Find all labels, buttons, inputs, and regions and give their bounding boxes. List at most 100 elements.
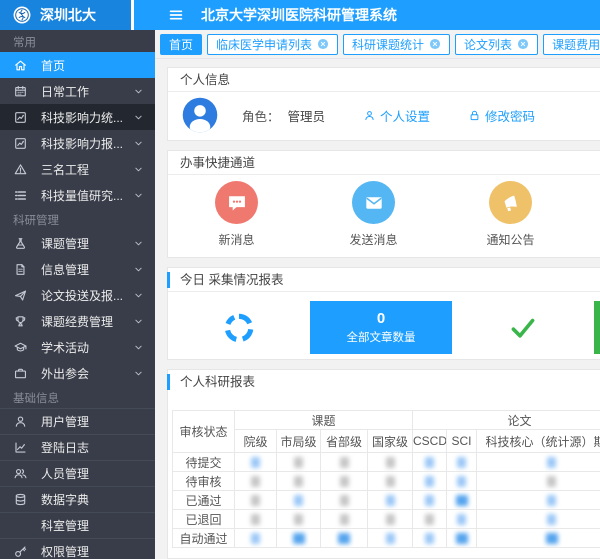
tab-label: 首页 <box>169 36 193 53</box>
sidebar-item[interactable]: 科技量值研究... <box>0 182 155 208</box>
personal-info-title: 个人信息 <box>168 68 600 92</box>
envelope-icon <box>352 181 395 224</box>
blurred-value-link[interactable] <box>456 495 468 506</box>
blurred-value-link[interactable] <box>386 533 395 544</box>
table-cell <box>321 472 368 491</box>
today-report-body: 0全部文章数量 <box>168 292 600 359</box>
sidebar-item-label: 论文投送及报... <box>41 287 133 304</box>
main-area: 首页临床医学申请列表科研课题统计论文列表课题费用报表用户列表 个人信息 角色：管… <box>155 30 600 559</box>
close-icon[interactable] <box>317 38 329 50</box>
blurred-value-link[interactable] <box>457 457 466 468</box>
column-header: CSCD <box>413 430 447 453</box>
tab[interactable]: 课题费用报表 <box>543 34 600 55</box>
sidebar-item[interactable]: 权限管理 <box>0 538 155 559</box>
blurred-value-link[interactable] <box>547 514 556 525</box>
role-row: 角色：管理员 <box>242 106 325 125</box>
sidebar-item[interactable]: 日常工作 <box>0 78 155 104</box>
sidebar-item-label: 人员管理 <box>41 465 144 482</box>
sidebar-item-label: 科室管理 <box>41 517 144 534</box>
blurred-value-link[interactable] <box>547 495 556 506</box>
sidebar-item[interactable]: 课题经费管理 <box>0 308 155 334</box>
table-cell <box>277 472 321 491</box>
stat-count[interactable]: 0全部文章数量 <box>310 301 452 354</box>
blurred-value-link <box>386 457 395 468</box>
sidebar-item[interactable]: 科技影响力统... <box>0 104 155 130</box>
table-row: 待提交 <box>173 453 600 472</box>
column-header: 国家级 <box>368 430 413 453</box>
quick-item[interactable]: 新消息 <box>168 181 305 248</box>
column-header-review-status: 审核状态 <box>173 411 235 453</box>
blurred-value-link[interactable] <box>251 533 260 544</box>
hamburger-menu-icon[interactable] <box>168 7 184 23</box>
tab[interactable]: 科研课题统计 <box>343 34 450 55</box>
sidebar-item[interactable]: 数据字典 <box>0 486 155 512</box>
sidebar-item[interactable]: 三名工程 <box>0 156 155 182</box>
tab[interactable]: 首页 <box>160 34 202 55</box>
briefcase-icon <box>13 366 28 381</box>
sidebar-item[interactable]: 课题管理 <box>0 230 155 256</box>
table-cell <box>477 472 600 491</box>
table-cell <box>447 491 477 510</box>
quick-item[interactable]: 发送消息 <box>305 181 442 248</box>
blurred-value-link[interactable] <box>386 495 395 506</box>
blurred-value-link[interactable] <box>293 533 305 544</box>
sidebar-section-label: 基础信息 <box>0 386 155 408</box>
spinner-icon <box>222 311 256 345</box>
blurred-value-link[interactable] <box>425 533 434 544</box>
sidebar-item[interactable]: 信息管理 <box>0 256 155 282</box>
chevron-down-icon <box>133 164 144 175</box>
graduation-cap-icon <box>13 340 28 355</box>
row-label: 已通过 <box>173 491 235 510</box>
link-personal-settings[interactable]: 个人设置 <box>363 106 430 125</box>
blurred-value-link[interactable] <box>547 457 556 468</box>
quick-item[interactable]: 通知公告 <box>442 181 579 248</box>
sidebar-item-label: 科技影响力报... <box>41 135 133 152</box>
document-icon <box>13 262 28 277</box>
sidebar-item[interactable]: 人员管理 <box>0 460 155 486</box>
users-icon <box>13 466 28 481</box>
table-cell <box>235 472 277 491</box>
table-cell <box>477 510 600 529</box>
sidebar-item[interactable]: 外出参会 <box>0 360 155 386</box>
blurred-value-link[interactable] <box>425 457 434 468</box>
tab[interactable]: 论文列表 <box>455 34 538 55</box>
quick-item-label: 发送消息 <box>349 231 397 248</box>
table-cell <box>321 529 368 548</box>
sidebar-item[interactable]: 登陆日志 <box>0 434 155 460</box>
table-cell <box>368 472 413 491</box>
sidebar-item[interactable]: 科室管理 <box>0 512 155 538</box>
chart-box-icon <box>13 136 28 151</box>
key-icon <box>13 544 28 559</box>
sidebar-item-label: 科技影响力统... <box>41 109 133 126</box>
sidebar-item[interactable]: 首页 <box>0 52 155 78</box>
tab[interactable]: 临床医学申请列表 <box>207 34 338 55</box>
personal-report-title: 个人科研报表 <box>168 370 600 394</box>
table-cell <box>368 491 413 510</box>
app-header: 深圳北大 北京大学深圳医院科研管理系统 <box>0 0 600 30</box>
personal-report-body: 审核状态课题论文院级市局级省部级国家级CSCDSCI科技核心（统计源）期刊待提交… <box>168 394 600 558</box>
sidebar-item[interactable]: 论文投送及报... <box>0 282 155 308</box>
blurred-value-link[interactable] <box>457 476 466 487</box>
sidebar-item-label: 外出参会 <box>41 365 133 382</box>
table-cell <box>235 491 277 510</box>
blurred-value-link[interactable] <box>546 533 558 544</box>
blurred-value-link[interactable] <box>425 476 434 487</box>
sidebar-item[interactable]: 学术活动 <box>0 334 155 360</box>
table-cell <box>413 453 447 472</box>
blurred-value-link[interactable] <box>457 514 466 525</box>
table-cell <box>277 491 321 510</box>
table-cell <box>235 453 277 472</box>
blurred-value-link[interactable] <box>456 533 468 544</box>
sidebar-item[interactable]: 用户管理 <box>0 408 155 434</box>
table-cell <box>321 491 368 510</box>
blurred-value-link[interactable] <box>251 457 260 468</box>
close-icon[interactable] <box>517 38 529 50</box>
sidebar-item[interactable]: 科技影响力报... <box>0 130 155 156</box>
blurred-value-link <box>294 457 303 468</box>
blurred-value-link[interactable] <box>338 533 350 544</box>
blurred-value-link[interactable] <box>294 495 303 506</box>
stat-row: 0全部文章数量 <box>168 301 600 354</box>
blurred-value-link[interactable] <box>425 495 434 506</box>
link-change-password[interactable]: 修改密码 <box>468 106 535 125</box>
close-icon[interactable] <box>429 38 441 50</box>
